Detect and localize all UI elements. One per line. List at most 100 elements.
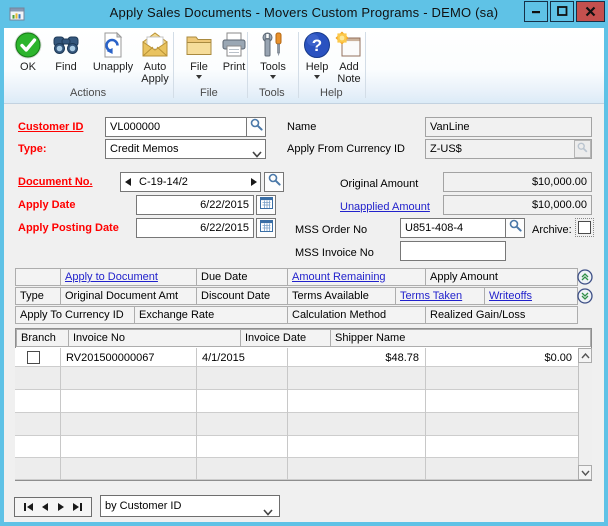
header-original-document-amt: Original Document Amt — [60, 287, 197, 305]
browse-previous-icon[interactable] — [125, 178, 131, 186]
folder-icon — [182, 30, 216, 61]
tools-label: Tools — [260, 61, 286, 73]
scroll-down-button[interactable] — [578, 465, 592, 480]
apply-date-calendar-button[interactable] — [256, 195, 276, 215]
scroll-up-button[interactable] — [578, 348, 592, 363]
customer-id-field[interactable]: VL000000 — [105, 117, 247, 137]
magnifier-icon — [509, 219, 522, 237]
table-row — [15, 390, 578, 413]
header-terms-taken[interactable]: Terms Taken — [395, 287, 485, 305]
actions-group-label: Actions — [70, 87, 106, 99]
document-no-lookup-button[interactable] — [264, 172, 284, 192]
file-group-label: File — [200, 87, 218, 99]
apply-posting-date-calendar-button[interactable] — [256, 218, 276, 238]
chevron-down-icon — [263, 503, 273, 523]
header-shipper-name: Shipper Name — [330, 329, 591, 347]
customer-id-label[interactable]: Customer ID — [18, 120, 83, 134]
ok-button[interactable]: OK — [10, 30, 46, 73]
print-button[interactable]: Print — [216, 30, 252, 73]
original-amount-label: Original Amount — [340, 177, 418, 191]
sort-by-dropdown[interactable]: by Customer ID — [100, 495, 280, 517]
header-amount-remaining[interactable]: Amount Remaining — [287, 268, 426, 286]
unapplied-amount-value: $10,000.00 — [443, 195, 592, 215]
maximize-button[interactable] — [550, 1, 574, 22]
archive-checkbox[interactable] — [578, 221, 591, 234]
magnifier-icon — [268, 173, 281, 191]
mss-order-no-lookup-button[interactable] — [505, 218, 525, 238]
unapply-button[interactable]: Unapply — [88, 30, 138, 73]
grid-column-divider — [196, 348, 197, 480]
header-apply-to-currency-id: Apply To Currency ID — [15, 306, 135, 324]
record-navigation — [14, 497, 92, 517]
tools-menu-button[interactable]: Tools — [254, 30, 292, 79]
title-bar: Apply Sales Documents - Movers Custom Pr… — [0, 0, 608, 28]
find-button[interactable]: Find — [46, 30, 86, 73]
customer-id-lookup-button[interactable] — [246, 117, 266, 137]
help-group-label: Help — [320, 87, 343, 99]
cell-amount-remaining[interactable]: $48.78 — [291, 351, 419, 365]
collapse-detail-button[interactable] — [577, 269, 593, 285]
expand-detail-button[interactable] — [577, 288, 593, 304]
next-record-button[interactable] — [58, 503, 64, 511]
header-apply-amount: Apply Amount — [425, 268, 578, 286]
help-icon: ? — [301, 30, 333, 61]
header-writeoffs[interactable]: Writeoffs — [484, 287, 578, 305]
binoculars-icon — [46, 30, 86, 61]
grid-column-divider — [287, 348, 288, 480]
last-record-button[interactable] — [73, 503, 82, 511]
apply-posting-date-field[interactable]: 6/22/2015 — [136, 218, 254, 238]
grid-column-divider — [425, 348, 426, 480]
cell-invoice-no[interactable]: RV201500000067 — [66, 351, 155, 365]
name-label: Name — [287, 120, 316, 134]
help-menu-button[interactable]: ? Help — [301, 30, 333, 79]
help-label: Help — [306, 61, 329, 73]
mss-order-no-field[interactable]: U851-408-4 — [400, 218, 506, 238]
ok-check-icon — [10, 30, 46, 61]
apply-date-field[interactable]: 6/22/2015 — [136, 195, 254, 215]
table-row — [15, 436, 578, 458]
add-note-button[interactable]: Add Note — [333, 30, 365, 85]
header-exchange-rate: Exchange Rate — [134, 306, 288, 324]
table-row — [15, 458, 578, 480]
header-type: Type — [15, 287, 61, 305]
original-amount-value: $10,000.00 — [443, 172, 592, 192]
group-separator — [298, 32, 299, 98]
header-blank-cell — [15, 268, 61, 286]
close-button[interactable] — [576, 1, 605, 22]
window-content: OK Find — [4, 28, 604, 522]
tools-group-label: Tools — [259, 87, 285, 99]
auto-apply-button[interactable]: Auto Apply — [138, 30, 172, 85]
cell-invoice-date[interactable]: 4/1/2015 — [202, 351, 245, 365]
note-star-icon — [333, 30, 365, 61]
tools-icon — [254, 30, 292, 61]
group-separator — [173, 32, 174, 98]
header-discount-date: Discount Date — [196, 287, 288, 305]
calendar-icon — [260, 196, 273, 214]
magnifier-icon — [577, 140, 588, 158]
chevron-down-icon — [196, 75, 202, 79]
file-menu-button[interactable]: File — [182, 30, 216, 79]
add-note-label: Add Note — [337, 61, 360, 85]
grid-scrollbar[interactable] — [578, 348, 592, 480]
type-select[interactable]: Credit Memos — [105, 139, 266, 159]
previous-record-button[interactable] — [42, 503, 48, 511]
browse-next-icon[interactable] — [251, 178, 257, 186]
row-apply-checkbox[interactable] — [27, 351, 40, 364]
unapply-document-icon — [88, 30, 138, 61]
magnifier-icon — [250, 118, 263, 136]
document-no-field[interactable]: C-19-14/2 — [120, 172, 261, 192]
unapplied-amount-link[interactable]: Unapplied Amount — [340, 200, 430, 214]
envelope-icon — [138, 30, 172, 61]
type-label: Type: — [18, 142, 47, 156]
cell-apply-amount[interactable]: $0.00 — [429, 351, 572, 365]
first-record-button[interactable] — [24, 503, 33, 511]
chevron-down-icon — [252, 145, 262, 163]
chevron-down-icon — [270, 75, 276, 79]
header-apply-to-document[interactable]: Apply to Document — [60, 268, 197, 286]
ribbon-toolbar: OK Find — [4, 28, 604, 104]
apply-posting-date-label: Apply Posting Date — [18, 221, 119, 235]
apply-from-currency-value: Z-US$ — [425, 139, 592, 159]
mss-invoice-no-field[interactable] — [400, 241, 506, 261]
minimize-button[interactable] — [524, 1, 548, 22]
document-no-label[interactable]: Document No. — [18, 175, 93, 189]
